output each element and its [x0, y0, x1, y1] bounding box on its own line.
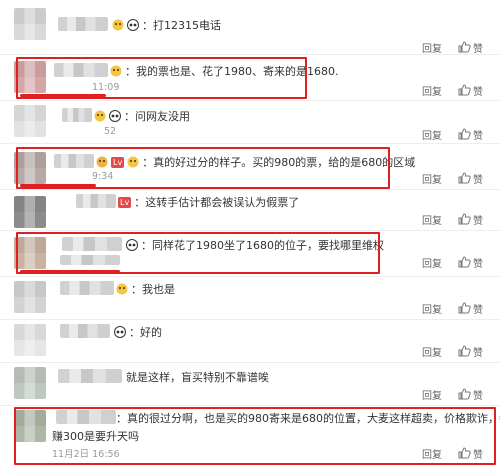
thumbs-up-icon — [458, 388, 471, 400]
comment-item: 就是这样，盲买特别不靠谱唉 回复 赞 — [0, 363, 500, 405]
comment-text: ：好的 — [114, 324, 162, 340]
reply-button[interactable]: 回复 — [422, 83, 442, 98]
username-blurred[interactable] — [60, 281, 114, 295]
comment-item: ：问网友没用 52 回复 赞 — [0, 101, 500, 143]
emoji-icon — [116, 283, 128, 295]
reply-button[interactable]: 回复 — [422, 171, 442, 186]
like-label: 赞 — [473, 391, 483, 402]
like-button[interactable]: 赞 — [458, 127, 490, 142]
comment-text: ：问网友没用 — [94, 108, 190, 124]
highlight-underline — [20, 94, 106, 97]
comment-item: ：好的 回复 赞 — [0, 320, 500, 362]
reply-button[interactable]: 回复 — [422, 344, 442, 359]
panda-emoji-icon — [109, 110, 121, 122]
reply-button[interactable]: 回复 — [422, 40, 442, 55]
avatar[interactable] — [14, 324, 46, 356]
comment-text: Lv ：这转手估计都会被误认为假票了 — [118, 196, 300, 209]
comment-item: ：我也是 回复 赞 — [0, 277, 500, 319]
like-button[interactable]: 赞 — [458, 40, 490, 55]
like-label: 赞 — [473, 348, 483, 359]
like-label: 赞 — [473, 131, 483, 142]
emoji-icon — [112, 19, 124, 31]
reply-button[interactable]: 回复 — [422, 255, 442, 270]
timestamp: 52 — [104, 126, 117, 137]
highlight-box — [16, 232, 380, 274]
username-blurred[interactable] — [58, 17, 108, 31]
like-button[interactable]: 赞 — [458, 387, 490, 402]
comment-item: ：打12315电话 回复 赞 — [0, 4, 500, 55]
like-button[interactable]: 赞 — [458, 255, 490, 270]
username-blurred[interactable] — [58, 369, 122, 383]
panda-emoji-icon — [127, 19, 139, 31]
comment-item: Lv ：这转手估计都会被误认为假票了 回复 赞 — [0, 190, 500, 230]
panda-emoji-icon — [114, 326, 126, 338]
avatar[interactable] — [14, 367, 46, 399]
like-button[interactable]: 赞 — [458, 212, 490, 227]
thumbs-up-icon — [458, 172, 471, 184]
thumbs-up-icon — [458, 213, 471, 225]
like-label: 赞 — [473, 216, 483, 227]
thumbs-up-icon — [458, 41, 471, 53]
highlight-underline — [20, 270, 120, 273]
avatar[interactable] — [14, 196, 46, 228]
like-button[interactable]: 赞 — [458, 171, 490, 186]
username-blurred[interactable] — [62, 108, 92, 122]
reply-button[interactable]: 回复 — [422, 127, 442, 142]
username-blurred[interactable] — [76, 194, 116, 208]
comment-text: 就是这样，盲买特别不靠谱唉 — [126, 371, 269, 384]
like-button[interactable]: 赞 — [458, 344, 490, 359]
comment-text: ：打12315电话 — [112, 17, 221, 33]
avatar[interactable] — [14, 8, 46, 40]
emoji-icon — [94, 110, 106, 122]
thumbs-up-icon — [458, 84, 471, 96]
level-badge: Lv — [118, 197, 132, 208]
like-button[interactable]: 赞 — [458, 301, 490, 316]
username-blurred[interactable] — [60, 324, 110, 338]
comment-list: ：打12315电话 回复 赞 ：我的票也是、花了1980、寄来的是1680. 1… — [0, 0, 500, 468]
highlight-box — [14, 407, 496, 465]
reply-button[interactable]: 回复 — [422, 387, 442, 402]
reply-button[interactable]: 回复 — [422, 212, 442, 227]
thumbs-up-icon — [458, 302, 471, 314]
reply-button[interactable]: 回复 — [422, 301, 442, 316]
avatar[interactable] — [14, 281, 46, 313]
thumbs-up-icon — [458, 128, 471, 140]
like-label: 赞 — [473, 175, 483, 186]
avatar[interactable] — [14, 105, 46, 137]
like-label: 赞 — [473, 305, 483, 316]
highlight-box — [16, 57, 307, 99]
like-label: 赞 — [473, 44, 483, 55]
like-button[interactable]: 赞 — [458, 83, 490, 98]
comment-text: ：我也是 — [116, 281, 175, 297]
highlight-underline — [20, 184, 96, 187]
like-label: 赞 — [473, 259, 483, 270]
thumbs-up-icon — [458, 256, 471, 268]
thumbs-up-icon — [458, 345, 471, 357]
like-label: 赞 — [473, 87, 483, 98]
highlight-box — [16, 147, 390, 189]
